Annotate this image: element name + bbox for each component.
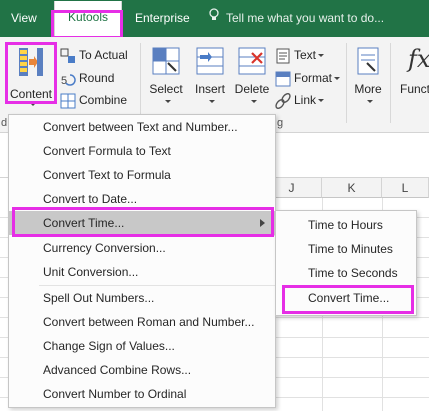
column-label: L <box>401 181 409 195</box>
ribbon-separator <box>390 43 391 123</box>
menu-item-currency-conversion[interactable]: Currency Conversion... <box>9 236 275 260</box>
more-label: More <box>354 82 382 96</box>
submenu-item-time-to-minutes[interactable]: Time to Minutes <box>276 237 416 261</box>
text-label: Text <box>294 48 317 62</box>
format-button[interactable]: Format <box>275 67 341 89</box>
column-header-k[interactable]: K <box>322 178 382 198</box>
round-icon: 5 <box>60 71 76 87</box>
menu-item-roman-number[interactable]: Convert between Roman and Number... <box>9 310 275 334</box>
text-icon <box>275 48 291 64</box>
chevron-down-icon <box>318 54 325 58</box>
link-button[interactable]: Link <box>275 89 325 111</box>
menu-item-change-sign[interactable]: Change Sign of Values... <box>9 334 275 358</box>
menu-item-text-to-formula[interactable]: Convert Text to Formula <box>9 163 275 187</box>
ribbon-separator <box>346 43 347 123</box>
combine-icon <box>60 93 76 109</box>
submenu-item-convert-time[interactable]: Convert Time... <box>276 286 416 310</box>
function-icon: fx <box>408 45 429 73</box>
to-actual-button[interactable]: To Actual <box>60 44 128 66</box>
chevron-down-icon <box>251 100 257 103</box>
link-label: Link <box>294 93 317 107</box>
group-label-fragment: g <box>277 117 284 129</box>
to-actual-icon <box>60 48 76 64</box>
chevron-down-icon <box>318 99 325 103</box>
convert-time-submenu: Time to Hours Time to Minutes Time to Se… <box>275 210 417 316</box>
lightbulb-icon <box>208 0 220 37</box>
group-label-fragment: d <box>1 117 8 129</box>
menu-item-convert-to-date[interactable]: Convert to Date... <box>9 187 275 211</box>
ribbon-separator <box>140 43 141 123</box>
combine-button[interactable]: Combine <box>60 89 127 111</box>
chevron-down-icon <box>165 100 171 103</box>
tab-kutools[interactable]: Kutools <box>54 1 122 37</box>
menu-item-label: Convert Time... <box>43 216 125 230</box>
content-icon <box>18 47 44 80</box>
insert-button[interactable]: Insert <box>190 45 230 115</box>
ribbon-tab-bar: View Kutools Enterprise Tell me what you… <box>0 0 429 37</box>
round-button[interactable]: 5 Round <box>60 67 114 89</box>
chevron-down-icon <box>334 77 341 81</box>
insert-label: Insert <box>194 82 225 96</box>
submenu-item-time-to-hours[interactable]: Time to Hours <box>276 213 416 237</box>
insert-icon <box>196 47 224 80</box>
select-icon <box>152 47 180 80</box>
tell-me-search[interactable]: Tell me what you want to do... <box>208 0 384 37</box>
menu-item-convert-time[interactable]: Convert Time... <box>9 211 275 235</box>
functions-label: Functi <box>400 82 429 96</box>
chevron-down-icon <box>367 100 373 103</box>
text-button[interactable]: Text <box>275 44 325 66</box>
more-icon <box>355 47 381 80</box>
menu-item-spell-out-numbers[interactable]: Spell Out Numbers... <box>9 286 275 310</box>
chevron-down-icon <box>30 103 36 106</box>
format-icon <box>275 71 291 87</box>
more-button[interactable]: More <box>350 45 386 115</box>
tell-me-text: Tell me what you want to do... <box>226 11 385 25</box>
submenu-item-time-to-seconds[interactable]: Time to Seconds <box>276 261 416 285</box>
select-button[interactable]: Select <box>146 45 186 115</box>
select-label: Select <box>149 82 183 96</box>
menu-item-number-to-ordinal[interactable]: Convert Number to Ordinal <box>9 382 275 406</box>
menu-item-unit-conversion[interactable]: Unit Conversion... <box>9 260 275 284</box>
round-label: Round <box>79 71 115 85</box>
content-label: Content <box>9 87 53 101</box>
column-label: K <box>347 181 356 195</box>
to-actual-label: To Actual <box>79 48 128 62</box>
content-button[interactable]: Content <box>7 43 55 115</box>
tab-view[interactable]: View <box>11 0 37 37</box>
menu-item-convert-text-number[interactable]: Convert between Text and Number... <box>9 115 275 139</box>
svg-text:5: 5 <box>61 75 67 87</box>
menu-item-advanced-combine-rows[interactable]: Advanced Combine Rows... <box>9 358 275 382</box>
menu-item-formula-to-text[interactable]: Convert Formula to Text <box>9 139 275 163</box>
delete-button[interactable]: Delete <box>232 45 272 115</box>
submenu-arrow-icon <box>260 219 265 227</box>
link-icon <box>275 92 291 109</box>
delete-label: Delete <box>234 82 270 96</box>
combine-label: Combine <box>79 93 128 107</box>
functions-button[interactable]: fx Functi <box>394 45 429 115</box>
content-dropdown-menu: Convert between Text and Number... Conve… <box>8 114 276 408</box>
format-label: Format <box>294 71 333 85</box>
column-label: J <box>288 181 295 195</box>
delete-icon <box>238 47 266 80</box>
tab-enterprise[interactable]: Enterprise <box>135 0 190 37</box>
chevron-down-icon <box>209 100 215 103</box>
column-header-l[interactable]: L <box>382 178 429 198</box>
